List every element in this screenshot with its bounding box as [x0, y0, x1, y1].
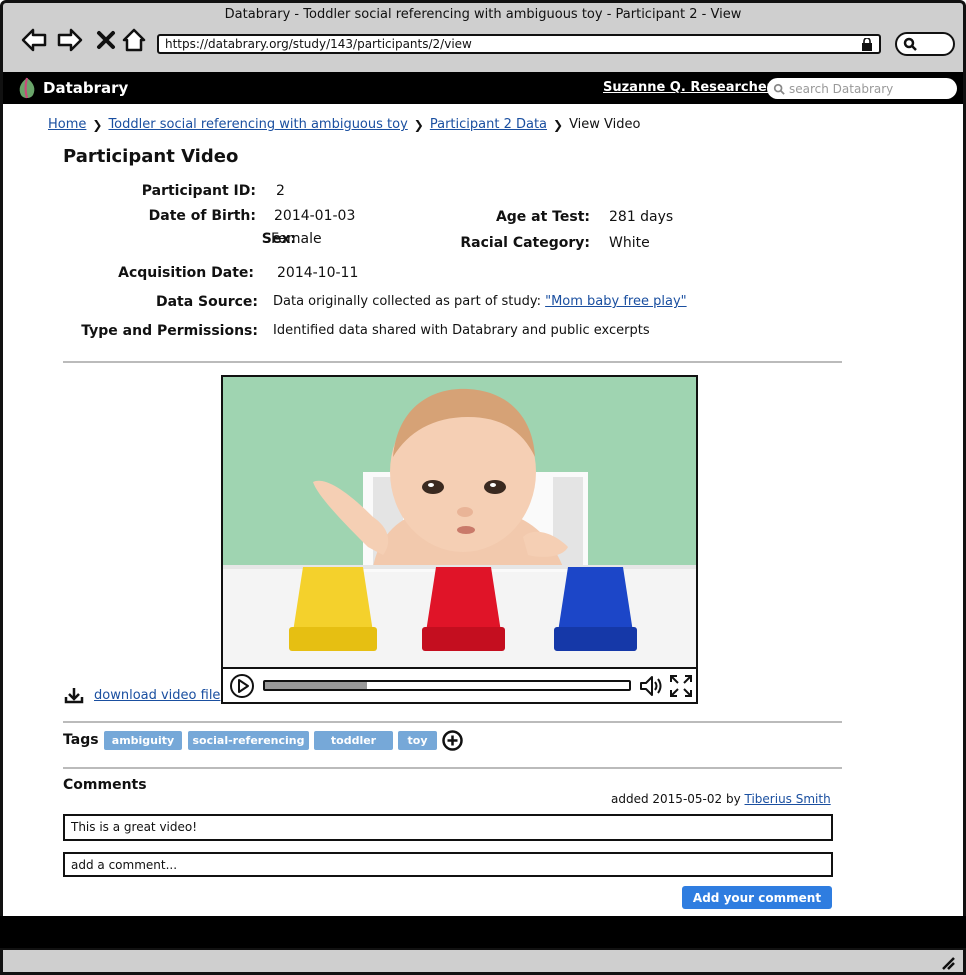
chevron-right-icon: ❯: [553, 117, 564, 132]
breadcrumb-participant[interactable]: Participant 2 Data: [430, 117, 547, 132]
resize-grip-icon[interactable]: [939, 954, 955, 970]
search-icon: [773, 83, 785, 95]
dob-value: 2014-01-03: [274, 208, 356, 224]
home-icon[interactable]: [119, 25, 149, 55]
data-source-text: Data originally collected as part of stu…: [273, 294, 541, 309]
yellow-cup: [289, 567, 377, 651]
download-icon: [64, 688, 84, 704]
age-value: 281 days: [609, 209, 674, 225]
data-source-label: Data Source:: [155, 294, 258, 310]
tag-toddler[interactable]: toddler: [314, 731, 393, 750]
race-label: Racial Category:: [460, 235, 590, 251]
blue-cup: [554, 567, 637, 651]
user-profile-link[interactable]: Suzanne Q. Researcher: [603, 80, 773, 95]
breadcrumb-home[interactable]: Home: [48, 117, 86, 132]
video-player[interactable]: [221, 375, 698, 704]
video-progress-bar[interactable]: [263, 680, 631, 691]
url-text: https://databrary.org/study/143/particip…: [165, 37, 472, 51]
chevron-right-icon: ❯: [92, 117, 103, 132]
comments-label: Comments: [63, 777, 147, 793]
app-footer: [0, 916, 966, 948]
tag-social-referencing[interactable]: social-referencing: [188, 731, 309, 750]
acquisition-date-label: Acquisition Date:: [118, 265, 254, 281]
race-value: White: [609, 235, 650, 251]
permissions-value: Identified data shared with Databrary an…: [273, 323, 650, 338]
participant-id-value: 2: [276, 183, 285, 199]
permissions-label: Type and Permissions:: [81, 323, 258, 339]
address-bar[interactable]: https://databrary.org/study/143/particip…: [157, 34, 881, 54]
comment-meta: added 2015-05-02 by Tiberius Smith: [611, 792, 831, 806]
video-progress-fill: [265, 682, 367, 689]
breadcrumb: Home ❯ Toddler social referencing with a…: [48, 117, 640, 132]
participant-id-label: Participant ID:: [141, 183, 256, 199]
breadcrumb-study[interactable]: Toddler social referencing with ambiguou…: [108, 117, 407, 132]
app-name: Databrary: [43, 79, 129, 97]
red-cup: [422, 567, 505, 651]
back-arrow-icon[interactable]: [19, 25, 49, 55]
comment-date: added 2015-05-02 by: [611, 792, 741, 806]
lock-icon: [862, 38, 872, 51]
source-study-link[interactable]: "Mom baby free play": [545, 294, 687, 309]
browser-status-bar: [0, 948, 966, 975]
databrary-leaf-icon: [19, 77, 35, 99]
acquisition-date-value: 2014-10-11: [277, 265, 359, 281]
search-icon: [903, 37, 917, 51]
fullscreen-icon[interactable]: [669, 674, 693, 698]
add-comment-input[interactable]: [63, 852, 833, 877]
divider: [63, 767, 842, 769]
stop-icon[interactable]: [91, 25, 121, 55]
browser-search-box[interactable]: [895, 32, 955, 56]
download-video-link[interactable]: download video file: [94, 688, 220, 703]
data-source-value: Data originally collected as part of stu…: [273, 294, 687, 309]
dob-label: Date of Birth:: [148, 208, 256, 224]
volume-icon[interactable]: [638, 674, 664, 698]
site-search[interactable]: [767, 78, 957, 99]
browser-chrome: Databrary - Toddler social referencing w…: [0, 0, 966, 72]
tag-toy[interactable]: toy: [398, 731, 437, 750]
sex-label: Sex:: [261, 231, 296, 247]
page-title: Participant Video: [63, 146, 239, 167]
add-comment-button[interactable]: Add your comment: [682, 886, 832, 909]
comment-text: This is a great video!: [63, 814, 833, 841]
chevron-right-icon: ❯: [413, 117, 424, 132]
divider: [63, 361, 842, 363]
download-video[interactable]: download video file: [64, 686, 220, 704]
logo[interactable]: Databrary: [17, 77, 128, 99]
site-search-input[interactable]: [789, 81, 949, 96]
age-label: Age at Test:: [495, 209, 590, 225]
video-controls: [223, 667, 696, 702]
comment-author-link[interactable]: Tiberius Smith: [745, 792, 831, 806]
app-header: Databrary Suzanne Q. Researcher: [0, 72, 966, 104]
divider: [63, 721, 842, 723]
tag-ambiguity[interactable]: ambiguity: [104, 731, 182, 750]
sex-value: Female: [271, 231, 322, 247]
play-icon[interactable]: [229, 673, 255, 699]
video-frame-image: [223, 377, 696, 667]
breadcrumb-current: View Video: [569, 117, 641, 132]
forward-arrow-icon[interactable]: [55, 25, 85, 55]
add-tag-plus-icon[interactable]: [442, 730, 463, 751]
window-title: Databrary - Toddler social referencing w…: [224, 7, 742, 22]
tags-label: Tags: [63, 732, 99, 748]
